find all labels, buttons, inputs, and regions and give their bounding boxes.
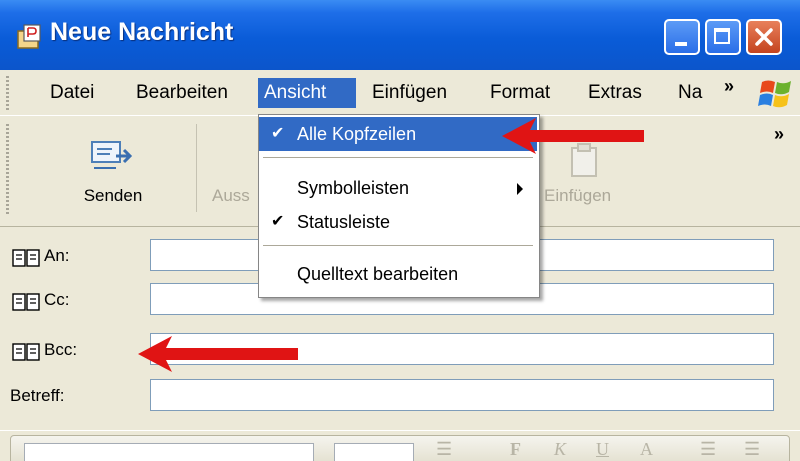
check-icon: ✔ <box>271 213 285 230</box>
menu-extras[interactable]: Extras <box>582 78 648 108</box>
menu-separator <box>263 245 533 246</box>
address-book-icon[interactable] <box>12 293 40 311</box>
menu-item-toolbars[interactable]: Symbolleisten <box>259 171 537 205</box>
submenu-arrow-icon <box>517 183 523 195</box>
menu-format[interactable]: Format <box>484 78 556 108</box>
menu-view[interactable]: Ansicht <box>258 78 356 108</box>
close-icon <box>755 28 773 46</box>
menu-edit[interactable]: Bearbeiten <box>130 78 234 108</box>
menu-file[interactable]: Datei <box>44 78 100 108</box>
subject-input[interactable] <box>150 379 774 411</box>
close-button[interactable] <box>746 19 782 55</box>
send-icon <box>91 141 133 169</box>
check-icon: ✔ <box>271 125 285 142</box>
paste-label: Einfügen <box>544 186 612 205</box>
menu-overflow-chevron-icon[interactable]: » <box>724 76 734 97</box>
maximize-icon <box>714 28 730 44</box>
font-color-icon[interactable]: A <box>640 439 653 460</box>
bcc-label: Bcc: <box>44 340 78 359</box>
bullet-list-icon[interactable]: ☰ <box>744 439 760 460</box>
menu-item-status-bar[interactable]: ✔ Statusleiste <box>259 205 537 239</box>
subject-label: Betreff: <box>10 386 65 405</box>
send-button[interactable]: Senden <box>60 116 166 226</box>
format-toolbar: ☰ F K U A ☰ ☰ <box>0 430 800 461</box>
bold-icon[interactable]: F <box>510 439 521 460</box>
toolbar-grip[interactable] <box>6 124 9 216</box>
menu-item-all-headers[interactable]: ✔ Alle Kopfzeilen <box>259 117 537 151</box>
menu-item-label: Statusleiste <box>297 212 391 232</box>
toolbar-separator <box>196 124 197 212</box>
menubar-grip[interactable] <box>6 76 9 110</box>
minimize-icon <box>675 42 687 46</box>
numbered-list-icon[interactable]: ☰ <box>700 439 716 460</box>
menu-item-edit-source[interactable]: Quelltext bearbeiten <box>259 257 537 291</box>
menu-bar: Datei Bearbeiten Ansicht Einfügen Format… <box>0 70 800 116</box>
cc-label: Cc: <box>44 290 70 309</box>
annotation-arrow-icon <box>138 336 298 372</box>
paragraph-style-icon[interactable]: ☰ <box>436 439 452 460</box>
bcc-row: Bcc: <box>0 331 800 371</box>
compose-window: Neue Nachricht Datei Bearbeiten Ansicht … <box>0 0 800 461</box>
send-label: Senden <box>83 186 143 205</box>
address-book-icon[interactable] <box>12 249 40 267</box>
italic-icon[interactable]: K <box>554 439 566 460</box>
menu-message-truncated[interactable]: Na <box>672 78 708 108</box>
underline-icon[interactable]: U <box>596 439 609 460</box>
font-size-combo[interactable] <box>334 443 414 461</box>
menu-item-label: Alle Kopfzeilen <box>297 124 417 144</box>
new-message-icon <box>17 24 41 49</box>
cut-label: Auss <box>212 186 250 205</box>
maximize-button[interactable] <box>705 19 741 55</box>
minimize-button[interactable] <box>664 19 700 55</box>
view-menu-dropdown: ✔ Alle Kopfzeilen Symbolleisten ✔ Status… <box>258 114 540 298</box>
window-title: Neue Nachricht <box>50 18 234 46</box>
toolbar-overflow-chevron-icon[interactable]: » <box>774 124 784 145</box>
windows-logo-icon <box>758 80 791 108</box>
menu-item-label: Symbolleisten <box>297 178 410 198</box>
title-bar[interactable]: Neue Nachricht <box>0 0 800 70</box>
annotation-arrow-icon <box>502 118 644 154</box>
menu-separator <box>263 157 533 158</box>
menu-insert[interactable]: Einfügen <box>366 78 453 108</box>
font-name-combo[interactable] <box>24 443 314 461</box>
cut-button[interactable]: Auss <box>206 116 258 226</box>
menu-item-label: Quelltext bearbeiten <box>297 264 459 284</box>
to-label: An: <box>44 246 70 265</box>
subject-row: Betreff: <box>0 377 800 417</box>
address-book-icon[interactable] <box>12 343 40 361</box>
